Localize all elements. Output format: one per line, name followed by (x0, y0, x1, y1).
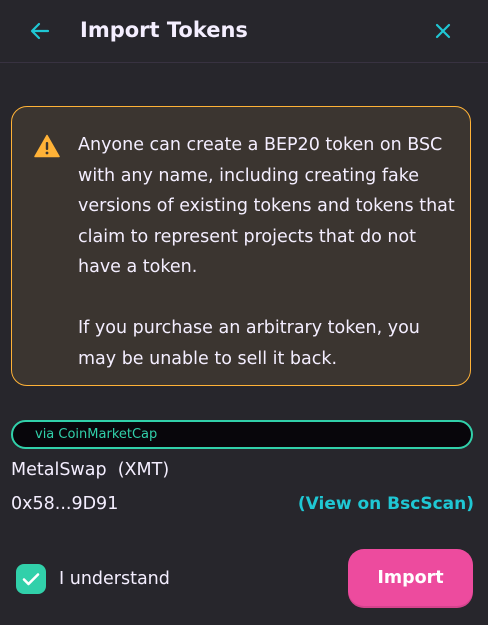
warning-paragraph: Anyone can create a BEP20 token on BSC w… (78, 135, 455, 277)
close-icon (435, 23, 451, 39)
understand-checkbox[interactable] (16, 564, 46, 594)
warning-paragraph: If you purchase an arbitrary token, you … (78, 318, 420, 369)
understand-label: I understand (59, 569, 170, 589)
close-button[interactable] (431, 19, 455, 43)
checkmark-icon (22, 573, 40, 586)
token-symbol: (XMT) (117, 460, 170, 480)
arrow-left-icon (30, 22, 50, 40)
token-name: MetalSwap (11, 460, 107, 480)
modal-header: Import Tokens (0, 0, 488, 63)
token-address: 0x58...9D91 (11, 494, 119, 514)
view-on-bscscan-link[interactable]: (View on BscScan) (298, 490, 474, 518)
warning-text: Anyone can create a BEP20 token on BSC w… (78, 130, 462, 374)
modal-title: Import Tokens (80, 18, 248, 42)
source-badge: via CoinMarketCap (11, 420, 473, 449)
import-button[interactable]: Import (348, 549, 473, 608)
warning-triangle-icon (34, 134, 60, 158)
token-name-row: MetalSwap (XMT) (11, 456, 169, 484)
back-button[interactable] (28, 19, 52, 43)
warning-box: Anyone can create a BEP20 token on BSC w… (11, 106, 471, 386)
